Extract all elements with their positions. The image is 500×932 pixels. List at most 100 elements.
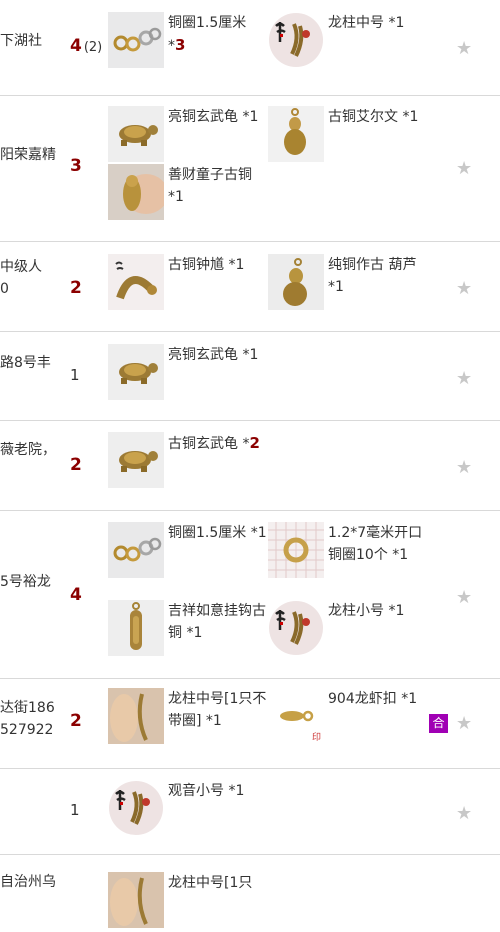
product-thumbnail[interactable] bbox=[108, 164, 164, 220]
item-count: 1 bbox=[335, 279, 344, 295]
order-item[interactable]: 龙柱小号 *1 bbox=[268, 600, 428, 660]
order-item[interactable]: 亮铜玄武龟 *1 bbox=[108, 106, 268, 166]
item-count-prefix: * bbox=[205, 713, 213, 729]
star-icon[interactable]: ★ bbox=[456, 587, 472, 608]
star-icon[interactable]: ★ bbox=[456, 368, 472, 389]
order-item[interactable]: 铜圈1.5厘米 *1 bbox=[108, 522, 268, 582]
order-item[interactable]: 龙柱中号[1只不带圈] *1 bbox=[108, 688, 268, 748]
order-item[interactable]: 龙柱中号 *1 bbox=[268, 12, 428, 72]
star-icon[interactable]: ★ bbox=[456, 278, 472, 299]
order-item[interactable]: 1.2*7毫米开口铜圈10个 *1 bbox=[268, 522, 428, 582]
item-name-text: 古铜玄武龟 bbox=[168, 436, 238, 452]
product-thumbnail[interactable] bbox=[108, 106, 164, 162]
order-item[interactable]: 纯铜作古 葫芦 *1 bbox=[268, 254, 428, 314]
item-count: 1 bbox=[235, 783, 245, 799]
lobster-clasp-icon: 印 bbox=[268, 688, 324, 744]
star-icon[interactable]: ★ bbox=[456, 457, 472, 478]
product-thumbnail[interactable] bbox=[108, 254, 164, 310]
item-count: 1 bbox=[395, 603, 405, 619]
item-name-text: 纯铜作古 葫芦 bbox=[328, 257, 417, 273]
pendant-icon bbox=[108, 600, 164, 656]
item-name[interactable]: 铜圈1.5厘米 *3 bbox=[168, 12, 268, 57]
order-quantity: 4 bbox=[70, 585, 82, 605]
address-line: 中级人 bbox=[0, 259, 42, 275]
item-name[interactable]: 亮铜玄武龟 *1 bbox=[168, 344, 268, 366]
item-name-text: 观音小号 bbox=[168, 783, 224, 799]
item-name[interactable]: 观音小号 *1 bbox=[168, 780, 268, 802]
item-name[interactable]: 龙柱中号[1只 bbox=[168, 872, 268, 894]
item-name[interactable]: 古铜艾尔文 *1 bbox=[328, 106, 428, 128]
product-thumbnail[interactable] bbox=[108, 780, 164, 836]
product-thumbnail[interactable] bbox=[268, 522, 324, 578]
product-thumbnail[interactable] bbox=[108, 600, 164, 656]
order-row: 薇老院， 2 古铜玄武龟 *2 ★ bbox=[0, 421, 500, 511]
item-name[interactable]: 904龙虾扣 *1 bbox=[328, 688, 428, 710]
order-item[interactable]: 古铜玄武龟 *2 bbox=[108, 432, 268, 492]
star-icon[interactable]: ★ bbox=[456, 803, 472, 824]
order-item[interactable]: 亮铜玄武龟 *1 bbox=[108, 344, 268, 404]
item-name[interactable]: 善财童子古铜 *1 bbox=[168, 164, 268, 208]
product-thumbnail[interactable] bbox=[268, 12, 324, 68]
quantity-value: 1 bbox=[70, 366, 80, 384]
order-row: 达街186 527922 2 龙柱中号[1只不带圈] *1 印 904龙虾扣 *1 合 ★ bbox=[0, 679, 500, 769]
order-row: 自治州乌 龙柱中号[1只 bbox=[0, 855, 500, 928]
order-item[interactable]: 印 904龙虾扣 *1 bbox=[268, 688, 428, 748]
address-line: 自治州乌 bbox=[0, 874, 56, 890]
product-thumbnail[interactable] bbox=[108, 12, 164, 68]
product-thumbnail[interactable] bbox=[108, 688, 164, 744]
quantity-value: 4 bbox=[70, 585, 82, 605]
quantity-value: 4 bbox=[70, 36, 82, 56]
order-item[interactable]: 吉祥如意挂钩古铜 *1 bbox=[108, 600, 268, 660]
calligraphy-dragon-icon bbox=[268, 12, 324, 68]
item-name[interactable]: 吉祥如意挂钩古铜 *1 bbox=[168, 600, 268, 644]
order-item[interactable]: 古铜钟馗 *1 bbox=[108, 254, 268, 314]
item-name-text: 龙柱中号 bbox=[328, 15, 384, 31]
order-item[interactable]: 观音小号 *1 bbox=[108, 780, 268, 840]
item-name[interactable]: 铜圈1.5厘米 *1 bbox=[168, 522, 268, 544]
item-name-text: 古铜钟馗 bbox=[168, 257, 224, 273]
hand-chain-icon bbox=[108, 872, 164, 928]
star-icon[interactable]: ★ bbox=[456, 38, 472, 59]
item-name[interactable]: 古铜钟馗 *1 bbox=[168, 254, 268, 276]
address-line-2: 527922 bbox=[0, 722, 54, 738]
rings-icon bbox=[108, 522, 164, 578]
item-name-text: 亮铜玄武龟 bbox=[168, 109, 238, 125]
product-thumbnail[interactable] bbox=[268, 600, 324, 656]
quantity-sub: (2) bbox=[83, 40, 103, 55]
product-thumbnail[interactable]: 印 bbox=[268, 688, 324, 744]
item-name[interactable]: 龙柱中号 *1 bbox=[328, 12, 428, 34]
address-line-2: 0 bbox=[0, 281, 9, 297]
product-thumbnail[interactable] bbox=[108, 344, 164, 400]
product-thumbnail[interactable] bbox=[268, 254, 324, 310]
item-name[interactable]: 龙柱中号[1只不带圈] *1 bbox=[168, 688, 268, 732]
order-quantity: 2 bbox=[70, 455, 82, 475]
product-thumbnail[interactable] bbox=[108, 432, 164, 488]
item-name[interactable]: 1.2*7毫米开口铜圈10个 *1 bbox=[328, 522, 428, 566]
order-item[interactable]: 古铜艾尔文 *1 bbox=[268, 106, 428, 166]
order-address: 薇老院， bbox=[0, 439, 66, 461]
product-thumbnail[interactable] bbox=[108, 872, 164, 928]
svg-text:印: 印 bbox=[312, 731, 321, 743]
product-thumbnail[interactable] bbox=[108, 522, 164, 578]
item-count: 1 bbox=[249, 347, 259, 363]
item-name[interactable]: 亮铜玄武龟 *1 bbox=[168, 106, 268, 128]
order-row: 路8号丰 1 亮铜玄武龟 *1 ★ bbox=[0, 332, 500, 421]
star-icon[interactable]: ★ bbox=[456, 713, 472, 734]
star-icon[interactable]: ★ bbox=[456, 158, 472, 179]
address-line: 达街186 bbox=[0, 700, 55, 716]
item-name-text: 龙柱小号 bbox=[328, 603, 384, 619]
item-count: 1 bbox=[249, 109, 259, 125]
item-name[interactable]: 古铜玄武龟 *2 bbox=[168, 432, 268, 455]
order-item[interactable]: 龙柱中号[1只 bbox=[108, 872, 268, 932]
order-item[interactable]: 善财童子古铜 *1 bbox=[108, 164, 268, 224]
order-quantity: 1 bbox=[70, 801, 80, 819]
order-item[interactable]: 铜圈1.5厘米 *3 bbox=[108, 12, 268, 72]
merge-badge[interactable]: 合 bbox=[429, 714, 448, 733]
item-name[interactable]: 龙柱小号 *1 bbox=[328, 600, 428, 622]
address-line: 路8号丰 bbox=[0, 355, 51, 371]
order-address: 达街186 527922 bbox=[0, 697, 66, 741]
product-thumbnail[interactable] bbox=[268, 106, 324, 162]
quantity-value: 3 bbox=[70, 156, 82, 176]
gourd-icon bbox=[268, 254, 324, 310]
item-name[interactable]: 纯铜作古 葫芦 *1 bbox=[328, 254, 428, 298]
